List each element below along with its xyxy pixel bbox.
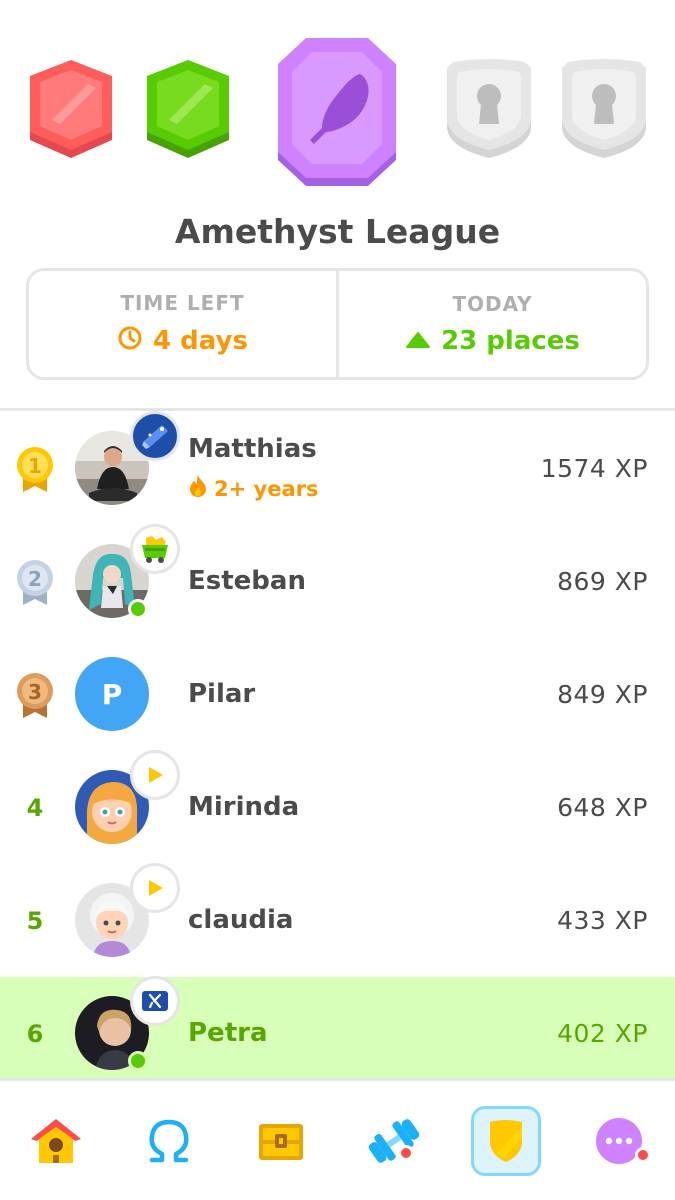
nav-chest[interactable] <box>225 1081 338 1200</box>
streak-text: 2+ years <box>214 476 319 501</box>
user-avatar[interactable] <box>75 750 180 844</box>
user-avatar[interactable] <box>75 411 180 505</box>
rank-cell: 5 <box>12 864 58 977</box>
league-badges <box>0 0 675 200</box>
user-name: Petra <box>188 1018 268 1048</box>
omega-icon <box>144 1116 194 1166</box>
user-name: Pilar <box>188 679 256 709</box>
nav-home[interactable] <box>0 1081 113 1200</box>
green-league-badge <box>143 58 233 164</box>
bronze-medal-icon: 3 <box>12 638 58 751</box>
online-status-dot <box>128 1051 148 1071</box>
league-title: Amethyst League <box>174 212 501 251</box>
hebrew-flag-icon <box>130 976 180 1026</box>
user-name: Esteban <box>188 566 306 596</box>
dumbbell-icon <box>365 1116 423 1166</box>
rank-number: 6 <box>26 1019 44 1048</box>
nav-practice[interactable] <box>338 1081 451 1200</box>
scroll-icon <box>130 411 180 461</box>
amethyst-league-badge <box>274 36 400 188</box>
nav-more[interactable] <box>563 1081 675 1200</box>
clock-icon <box>117 325 143 358</box>
today-label: TODAY <box>452 292 533 316</box>
leaderboard-row-current-user[interactable]: 6 Petra 402 XP <box>0 976 675 1090</box>
rank-number: 5 <box>26 906 44 935</box>
leaderboard-row[interactable]: 5 claudia 433 XP <box>0 863 675 977</box>
user-avatar[interactable]: P <box>75 657 149 731</box>
play-icon <box>130 750 180 800</box>
avatar-letter: P <box>75 657 149 731</box>
time-left-label: TIME LEFT <box>120 290 245 315</box>
rank-number: 4 <box>26 793 44 822</box>
locked-league-badge <box>558 58 650 162</box>
nav-leaderboard[interactable] <box>450 1081 563 1200</box>
today-value-wrap: 23 places <box>405 326 580 356</box>
xp-value: 433 XP <box>557 906 648 935</box>
xp-value: 869 XP <box>557 567 648 596</box>
time-left-cell: TIME LEFT 4 days <box>29 271 336 377</box>
flame-icon <box>188 474 208 503</box>
home-icon <box>27 1115 85 1167</box>
rank-number: 3 <box>28 680 42 704</box>
red-league-badge <box>26 58 116 164</box>
user-name: claudia <box>188 905 294 935</box>
league-info-box: TIME LEFT 4 days TODAY 23 places <box>26 268 649 380</box>
leaderboard-row[interactable]: 2 Esteban 869 XP <box>0 524 675 638</box>
bottom-nav <box>0 1078 675 1200</box>
user-name: Mirinda <box>188 792 300 822</box>
time-left-value: 4 days <box>153 326 248 356</box>
user-avatar[interactable] <box>75 863 180 957</box>
rank-number: 2 <box>28 567 42 591</box>
leaderboard[interactable]: 1 Matthias 2+ years 1574 XP 2 Esteban 86… <box>0 411 675 1090</box>
silver-medal-icon: 2 <box>12 525 58 638</box>
divider <box>0 408 675 411</box>
time-left-value-wrap: 4 days <box>117 325 248 358</box>
streak-badge: 2+ years <box>188 474 318 503</box>
today-value: 23 places <box>441 326 580 356</box>
nav-characters[interactable] <box>113 1081 226 1200</box>
leaderboard-row[interactable]: 1 Matthias 2+ years 1574 XP <box>0 411 675 525</box>
online-status-dot <box>128 599 148 619</box>
notification-dot <box>634 1147 651 1163</box>
today-cell: TODAY 23 places <box>336 271 646 377</box>
leaderboard-row[interactable]: 4 Mirinda 648 XP <box>0 750 675 864</box>
notification-dot <box>397 1145 414 1161</box>
user-name: Matthias <box>188 434 317 464</box>
treasure-chest-icon <box>255 1118 307 1164</box>
treasure-cart-icon <box>130 524 180 574</box>
xp-value: 402 XP <box>557 1019 648 1048</box>
user-avatar[interactable] <box>75 976 180 1071</box>
gold-medal-icon: 1 <box>12 412 58 525</box>
rank-cell: 6 <box>12 977 58 1090</box>
league-shield-icon <box>486 1118 526 1164</box>
locked-league-badge <box>443 58 535 162</box>
rank-cell: 4 <box>12 751 58 864</box>
play-icon <box>130 863 180 913</box>
leaderboard-row[interactable]: 3 P Pilar 849 XP <box>0 638 675 751</box>
xp-value: 1574 XP <box>540 454 648 483</box>
arrow-up-icon <box>405 326 431 356</box>
user-avatar[interactable] <box>75 524 180 619</box>
rank-number: 1 <box>28 454 42 478</box>
xp-value: 648 XP <box>557 793 648 822</box>
xp-value: 849 XP <box>557 680 648 709</box>
